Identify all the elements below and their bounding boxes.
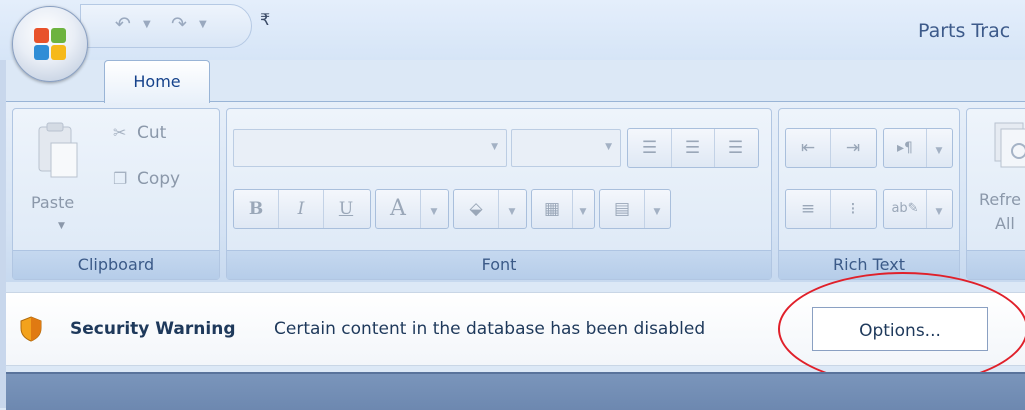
security-warning-title: Security Warning — [70, 319, 236, 339]
security-warning-message: Certain content in the database has been… — [274, 319, 706, 339]
text-style-buttons: B I U — [233, 189, 371, 229]
increase-indent-icon[interactable]: ⇥ — [831, 129, 875, 167]
list-buttons: ≡ ⁝ — [785, 189, 877, 229]
copy-button[interactable]: ❐ Copy — [113, 169, 180, 189]
bold-button[interactable]: B — [234, 190, 279, 228]
chevron-down-icon: ▼ — [605, 142, 612, 152]
align-left-icon[interactable]: ☰ — [628, 129, 672, 167]
scissors-icon: ✂ — [113, 123, 127, 142]
rich-text-group: ⇤ ⇥ ▸¶ ▼ ≡ ⁝ ab✎ ▼ Rich Text — [778, 108, 960, 280]
options-button[interactable]: Options... — [812, 307, 988, 351]
paste-dropdown-icon[interactable]: ▼ — [58, 221, 65, 231]
paste-icon[interactable] — [35, 121, 79, 181]
cut-label: Cut — [137, 123, 167, 143]
office-button[interactable] — [12, 6, 88, 82]
rich-text-group-label: Rich Text — [779, 250, 959, 279]
office-logo-icon — [34, 28, 66, 60]
alignment-buttons: ☰ ☰ ☰ — [627, 128, 759, 168]
numbered-list-icon[interactable]: ≡ — [786, 190, 831, 228]
font-size-combo[interactable]: ▼ — [511, 129, 621, 167]
paragraph-direction-icon: ▸¶ — [884, 129, 927, 167]
undo-dropdown-icon[interactable]: ▼ — [143, 19, 151, 30]
font-color-icon: A — [376, 190, 421, 228]
alternate-row-color-icon: ▤ — [600, 190, 645, 228]
gridlines-button[interactable]: ▦ ▼ — [531, 189, 595, 229]
refresh-all-label-line1[interactable]: Refre — [979, 189, 1021, 211]
redo-icon[interactable]: ↷ — [171, 13, 187, 35]
quick-access-toolbar: ↶ ▼ ↷ ▼ — [80, 4, 252, 48]
underline-button[interactable]: U — [324, 190, 368, 228]
fill-color-button[interactable]: ⬙ ▼ — [453, 189, 527, 229]
window-title: Parts Trac — [918, 20, 1011, 42]
indent-buttons: ⇤ ⇥ — [785, 128, 877, 168]
chevron-down-icon: ▼ — [579, 207, 587, 217]
font-group: ▼ ▼ ☰ ☰ ☰ B I U A ▼ ⬙ ▼ ▦ ▼ ▤ ▼ Font — [226, 108, 772, 280]
chevron-down-icon: ▼ — [508, 207, 516, 217]
security-message-bar: Security Warning Certain content in the … — [6, 292, 1025, 366]
italic-button[interactable]: I — [279, 190, 324, 228]
paste-label[interactable]: Paste — [31, 193, 74, 212]
font-group-label: Font — [227, 250, 771, 279]
bulleted-list-icon[interactable]: ⁝ — [831, 190, 875, 228]
highlight-button[interactable]: ab✎ ▼ — [883, 189, 953, 229]
copy-label: Copy — [137, 169, 181, 189]
chevron-down-icon: ▼ — [653, 207, 661, 217]
font-name-combo[interactable]: ▼ — [233, 129, 507, 167]
refresh-icon[interactable] — [993, 121, 1025, 173]
records-group-label — [967, 250, 1025, 279]
shield-warning-icon — [20, 316, 42, 342]
customize-toolbar-icon[interactable]: ₹ — [260, 10, 270, 29]
chevron-down-icon: ▼ — [491, 142, 498, 152]
alternate-fill-button[interactable]: ▤ ▼ — [599, 189, 671, 229]
font-color-button[interactable]: A ▼ — [375, 189, 449, 229]
text-direction-button[interactable]: ▸¶ ▼ — [883, 128, 953, 168]
undo-icon[interactable]: ↶ — [115, 13, 131, 35]
redo-dropdown-icon[interactable]: ▼ — [199, 19, 207, 30]
cut-button[interactable]: ✂ Cut — [113, 123, 166, 143]
chevron-down-icon: ▼ — [935, 146, 943, 156]
copy-icon: ❐ — [113, 169, 128, 188]
chevron-down-icon: ▼ — [935, 207, 943, 217]
align-center-icon[interactable]: ☰ — [671, 129, 715, 167]
clipboard-group: Paste ▼ ✂ Cut ❐ Copy Clipboard — [12, 108, 220, 280]
grid-icon: ▦ — [532, 190, 573, 228]
highlighter-icon: ab✎ — [884, 190, 927, 228]
decrease-indent-icon[interactable]: ⇤ — [786, 129, 831, 167]
tab-home[interactable]: Home — [104, 60, 210, 103]
ribbon: Paste ▼ ✂ Cut ❐ Copy Clipboard ▼ ▼ ☰ ☰ ☰ B… — [6, 101, 1025, 282]
refresh-all-label-line2[interactable]: All — [995, 213, 1015, 235]
clipboard-group-label: Clipboard — [13, 250, 219, 279]
workspace-area — [6, 372, 1025, 410]
paint-bucket-icon: ⬙ — [454, 190, 499, 228]
chevron-down-icon: ▼ — [430, 207, 438, 217]
align-right-icon[interactable]: ☰ — [714, 129, 757, 167]
records-group: Refre All — [966, 108, 1025, 280]
